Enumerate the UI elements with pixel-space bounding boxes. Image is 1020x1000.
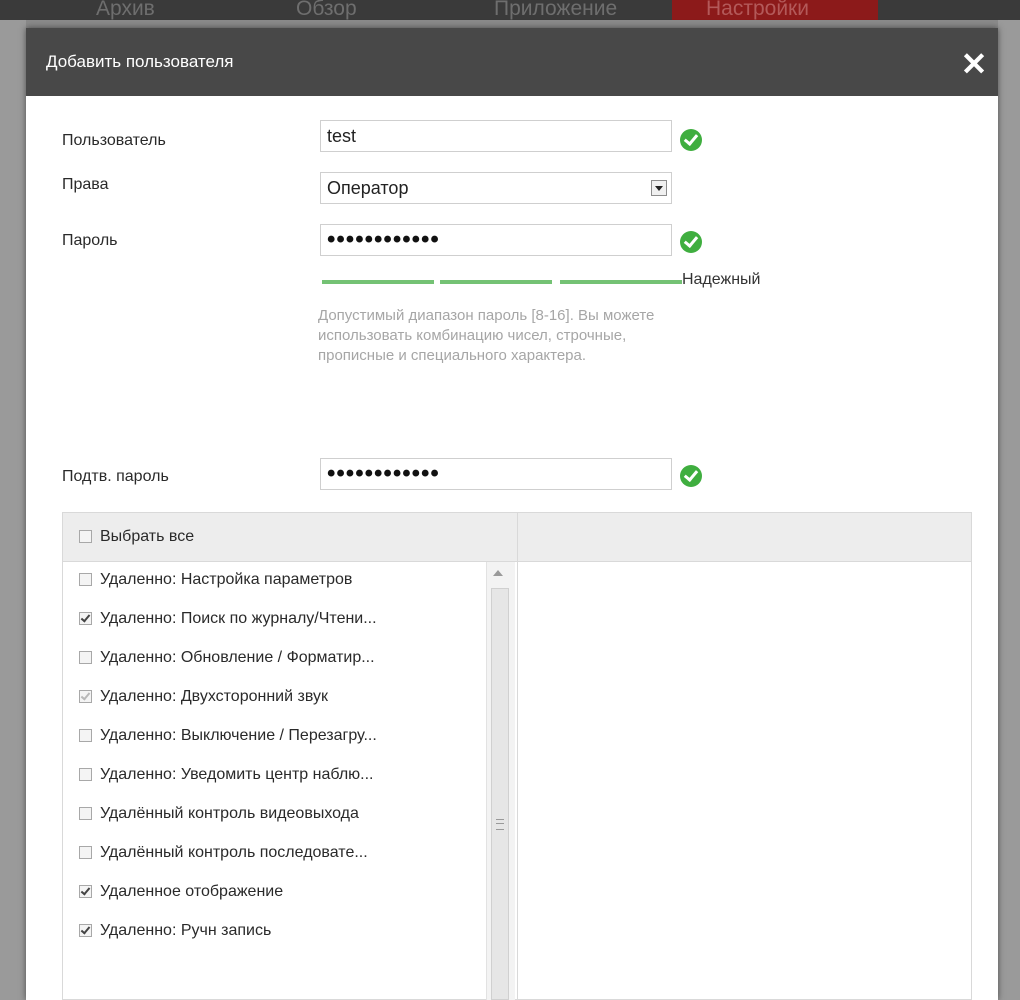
list-item[interactable]: Удалённый контроль последовате... — [79, 844, 368, 866]
list-item[interactable]: Удаленно: Выключение / Перезагру... — [79, 727, 377, 749]
permission-label: Удаленно: Ручн запись — [100, 922, 272, 939]
permission-label: Удаленно: Двухсторонний звук — [100, 688, 328, 705]
password-valid-icon — [680, 231, 702, 253]
permission-checkbox[interactable] — [79, 885, 92, 898]
rights-select-value: Оператор — [327, 178, 409, 198]
strength-bar-2 — [440, 280, 552, 284]
password-strength-label: Надежный — [682, 271, 761, 288]
select-all[interactable]: Выбрать все — [79, 528, 194, 546]
list-item[interactable]: Удаленное отображение — [79, 883, 283, 905]
list-item[interactable]: Удаленно: Уведомить центр наблю... — [79, 766, 374, 788]
permission-checkbox[interactable] — [79, 846, 92, 859]
permission-label: Удаленно: Поиск по журналу/Чтени... — [100, 610, 377, 627]
list-item[interactable]: Удаленно: Обновление / Форматир... — [79, 649, 375, 671]
password-input[interactable]: •••••••••••• — [320, 224, 672, 256]
permission-label: Удалённый контроль последовате... — [100, 844, 368, 861]
grip-icon — [496, 819, 504, 830]
permission-label: Удаленно: Обновление / Форматир... — [100, 649, 375, 666]
list-item[interactable]: Удаленно: Настройка параметров — [79, 571, 352, 593]
user-label: Пользователь — [62, 132, 166, 149]
permission-label: Удаленное отображение — [100, 883, 284, 900]
permission-label: Удаленно: Уведомить центр наблю... — [100, 766, 374, 783]
chevron-down-icon[interactable] — [651, 180, 667, 196]
confirm-password-label: Подтв. пароль — [62, 468, 169, 485]
permissions-table: Выбрать все Удаленно: Настройка параметр… — [62, 512, 972, 1000]
dialog-title: Добавить пользователя — [46, 52, 234, 71]
username-input[interactable]: test — [320, 120, 672, 152]
list-item[interactable]: Удалённый контроль видеовыхода — [79, 805, 359, 827]
strength-bar-3 — [560, 280, 682, 284]
permission-checkbox[interactable] — [79, 573, 92, 586]
permission-checkbox[interactable] — [79, 690, 92, 703]
user-valid-icon — [680, 129, 702, 151]
permission-checkbox[interactable] — [79, 651, 92, 664]
confirm-valid-icon — [680, 465, 702, 487]
background-left-panel — [0, 20, 26, 1000]
scroll-up-icon[interactable] — [493, 570, 503, 576]
permission-checkbox[interactable] — [79, 768, 92, 781]
password-hint: Допустимый диапазон пароль [8-16]. Вы мо… — [318, 307, 655, 364]
confirm-password-input[interactable]: •••••••••••• — [320, 458, 672, 490]
scroll-thumb[interactable] — [491, 588, 509, 1000]
permission-checkbox[interactable] — [79, 729, 92, 742]
tab-archive[interactable]: Архив — [96, 0, 155, 20]
add-user-dialog: Добавить пользователя ✕ Пользователь tes… — [26, 28, 998, 1000]
permission-checkbox[interactable] — [79, 924, 92, 937]
background-right-panel — [998, 20, 1020, 1000]
rights-select[interactable]: Оператор — [320, 172, 672, 204]
list-item[interactable]: Удаленно: Поиск по журналу/Чтени... — [79, 610, 377, 632]
select-all-label: Выбрать все — [100, 528, 195, 545]
column-divider — [517, 513, 518, 999]
tab-settings[interactable]: Настройки — [672, 0, 878, 20]
tab-overview[interactable]: Обзор — [296, 0, 357, 20]
password-label: Пароль — [62, 232, 118, 249]
permission-checkbox[interactable] — [79, 612, 92, 625]
permission-label: Удалённый контроль видеовыхода — [100, 805, 359, 822]
select-all-checkbox[interactable] — [79, 530, 92, 543]
rights-label: Права — [62, 176, 109, 193]
permission-label: Удаленно: Выключение / Перезагру... — [100, 727, 377, 744]
background-topbar: Архив Обзор Приложение Настройки — [0, 0, 1020, 20]
strength-bar-1 — [322, 280, 434, 284]
permission-label: Удаленно: Настройка параметров — [100, 571, 353, 588]
list-item[interactable]: Удаленно: Ручн запись — [79, 922, 271, 944]
close-icon[interactable]: ✕ — [954, 44, 994, 84]
dialog-header: Добавить пользователя ✕ — [26, 28, 998, 96]
permissions-scrollbar[interactable] — [486, 562, 515, 1000]
list-item[interactable]: Удаленно: Двухсторонний звук — [79, 688, 328, 710]
permission-checkbox[interactable] — [79, 807, 92, 820]
tab-application[interactable]: Приложение — [494, 0, 617, 20]
